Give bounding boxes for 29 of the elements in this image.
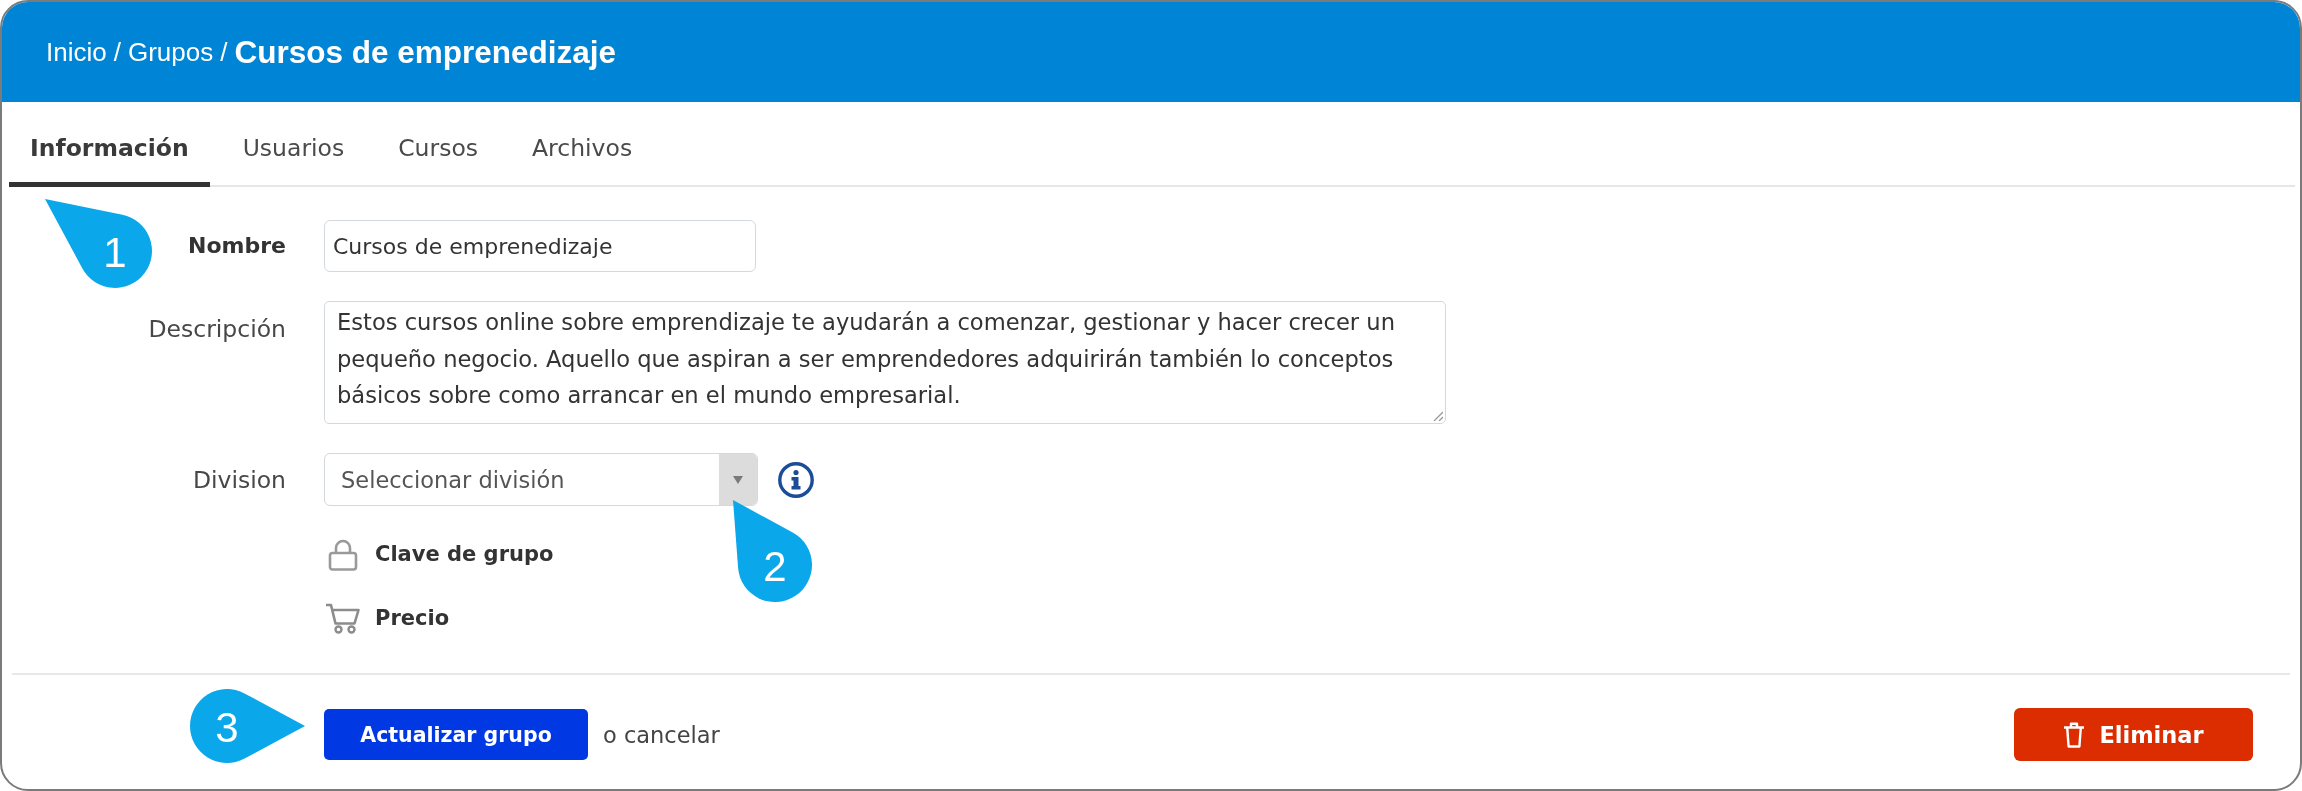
step-callout: 3 — [190, 689, 305, 763]
field-label: Nombre — [188, 232, 286, 260]
field-label: Division — [192, 465, 286, 494]
text-area[interactable]: Estos cursos online sobre emprendizaje te ayudarán a comenzar, gestionar y hacer crecer un pequeño negocio. Aquello que aspiran a ser emprendedores adquirirán también lo conceptos básicos sobre como arrancar en el mundo empresarial. — [324, 301, 1446, 424]
page-title: Cursos de emprenedizaje — [234, 33, 617, 71]
text-input[interactable]: Cursos de emprenedizaje — [324, 220, 756, 272]
breadcrumb-separator: / — [220, 36, 228, 68]
shopping-cart-icon — [325, 602, 361, 634]
cancel-link[interactable]: o cancelar — [603, 721, 720, 748]
option-link[interactable]: Clave de grupo — [324, 533, 554, 575]
delete-button[interactable]: Eliminar — [2014, 708, 2253, 761]
breadcrumb-separator: / — [113, 36, 121, 68]
caret-down-icon[interactable] — [719, 454, 757, 505]
tab[interactable]: Archivos — [511, 102, 654, 187]
tab[interactable]: Información — [9, 102, 210, 187]
resize-grip-icon[interactable] — [1433, 411, 1443, 421]
field-label: Descripción — [148, 314, 286, 343]
tab[interactable]: Cursos — [377, 102, 500, 187]
step-callout: 2 — [733, 500, 812, 602]
step-callout: 1 — [45, 199, 152, 288]
breadcrumb-link[interactable]: Grupos — [127, 36, 214, 68]
select-dropdown[interactable]: Seleccionar división — [324, 453, 758, 506]
option-link[interactable]: Precio — [324, 597, 450, 639]
breadcrumb-link[interactable]: Inicio — [46, 36, 107, 68]
tab[interactable]: Usuarios — [221, 102, 366, 187]
trash-icon — [2063, 721, 2086, 748]
lock-icon — [328, 537, 358, 571]
submit-button[interactable]: Actualizar grupo — [324, 709, 588, 760]
info-icon[interactable] — [778, 461, 814, 498]
